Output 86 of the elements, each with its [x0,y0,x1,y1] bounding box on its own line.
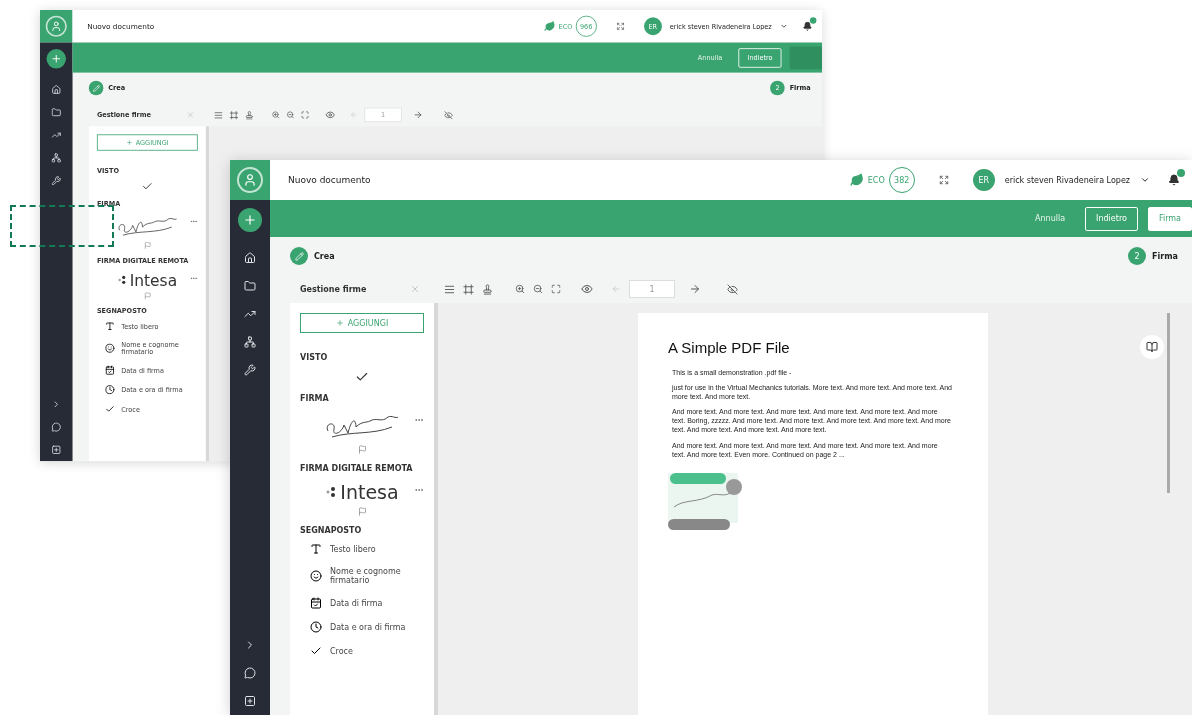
leaf-icon [849,173,864,187]
notification-badge [1177,169,1185,177]
list-icon[interactable] [214,110,223,120]
panel-title: Gestione firme [300,284,368,294]
section-title: FIRMA DIGITALE REMOTA [300,464,414,473]
fullscreen-icon[interactable] [616,22,625,31]
flag-icon [357,507,367,516]
user-avatar: ER [972,169,995,191]
hide-icon[interactable] [727,283,738,295]
home-icon[interactable] [244,252,256,264]
fullscreen-icon[interactable] [938,175,949,185]
folder-icon[interactable] [51,107,62,118]
text-icon [105,321,115,332]
placeholder-item[interactable]: Data e ora di firma [300,621,424,633]
leaf-icon [543,20,556,32]
chart-icon[interactable] [244,308,256,320]
home-icon[interactable] [51,84,62,95]
text-icon [310,543,322,555]
document-title: Nuovo documento [288,175,372,185]
zoom-out-icon[interactable] [533,284,543,294]
chevron-down-icon[interactable] [1140,175,1150,185]
stamp-icon[interactable] [244,110,254,120]
step-label: Firma [1152,251,1178,261]
bell-icon[interactable] [802,21,813,32]
new-button[interactable] [238,208,262,232]
face-icon [310,570,322,582]
notification-badge [809,17,817,24]
zoom-in-icon[interactable] [271,110,280,119]
placeholder-item[interactable]: Croce [300,645,424,657]
next-icon[interactable] [689,283,701,295]
square-icon[interactable] [244,695,256,707]
square-icon[interactable] [51,444,62,455]
hierarchy-icon[interactable] [244,336,256,348]
pencil-icon [294,251,304,261]
folder-icon[interactable] [244,280,256,292]
step-marker: 2 [1128,247,1147,265]
plus-icon [335,319,344,327]
step-label: Crea [314,251,335,261]
placeholder-item[interactable]: Testo libero [300,543,424,555]
action-button[interactable] [789,46,823,69]
eye-icon[interactable] [581,283,593,295]
chevron-down-icon[interactable] [779,22,788,31]
placeholder-item[interactable]: Nome e cognome firmatario [300,567,424,585]
check-icon [310,645,322,657]
book-icon[interactable] [1140,335,1164,359]
clock-icon [310,621,322,633]
eco-label: ECO [867,175,885,185]
check-icon [105,404,115,415]
flag-icon [357,445,367,454]
wrench-icon[interactable] [51,175,62,186]
plus-icon [50,53,62,65]
flag-icon [143,292,151,300]
section-title: SEGNAPOSTO [300,526,363,535]
check-icon [355,370,369,384]
chart-icon[interactable] [51,130,62,141]
zoom-out-icon[interactable] [286,110,295,119]
fit-icon[interactable] [551,284,561,294]
wrench-icon[interactable] [244,364,256,376]
list-icon[interactable] [444,283,455,295]
user-name[interactable]: erick steven Rivadeneira Lopez [1004,175,1130,185]
plus-icon [125,139,133,146]
frame-icon[interactable] [463,283,474,295]
stamp-icon[interactable] [482,283,493,295]
new-button[interactable] [46,49,66,69]
intesa-logo: Intesa [325,481,399,503]
next-icon[interactable] [413,110,423,120]
intesa-logo: Intesa [117,270,178,289]
hierarchy-icon[interactable] [51,153,62,163]
placeholder-item[interactable]: Data di firma [300,597,424,609]
zoom-in-icon[interactable] [515,284,525,294]
chat-icon[interactable] [51,422,62,432]
hide-icon[interactable] [444,110,453,120]
clock-icon [105,384,115,395]
section-title: VISTO [300,353,329,362]
section-title: FIRMA [300,394,330,403]
plus-icon [243,213,257,227]
calendar-icon [310,597,322,609]
pencil-icon [92,84,100,92]
eye-icon[interactable] [325,110,336,120]
pdf-title: A Simple PDF File [668,339,791,356]
face-icon [105,343,115,354]
flag-icon [143,241,151,249]
calendar-icon [105,365,115,376]
frame-icon[interactable] [229,110,239,120]
bell-icon[interactable] [1168,174,1180,186]
chat-icon[interactable] [244,667,256,679]
